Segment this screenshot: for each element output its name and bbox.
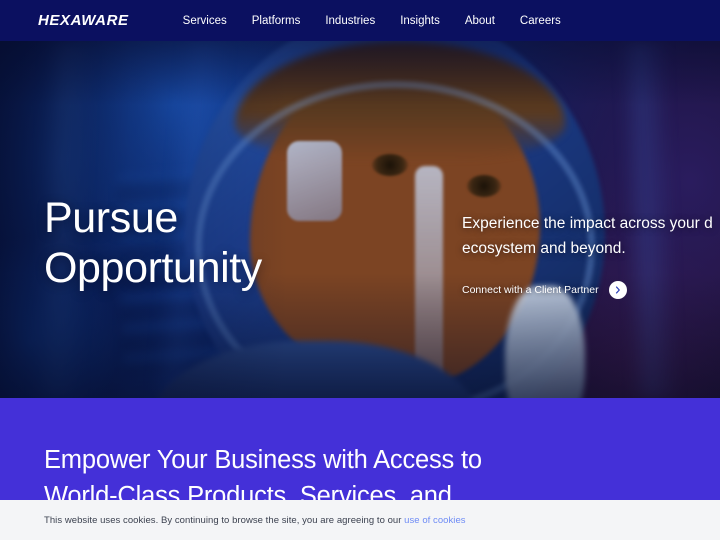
connect-client-partner-cta[interactable]: Connect with a Client Partner: [462, 281, 720, 300]
hero-heading: Pursue Opportunity: [44, 193, 262, 294]
hero-subheading-line-1: Experience the impact across your d: [462, 215, 713, 232]
hexaware-logo[interactable]: HEXAWARE: [38, 12, 129, 29]
cookie-consent-banner: This website uses cookies. By continuing…: [0, 500, 720, 540]
chevron-right-icon[interactable]: [608, 281, 627, 300]
hero-section: Pursue Opportunity Experience the impact…: [0, 41, 720, 398]
nav-item-about[interactable]: About: [465, 15, 495, 27]
hero-right-block: Experience the impact across your d ecos…: [462, 211, 720, 300]
promo-heading: Empower Your Business with Access to Wor…: [44, 442, 684, 500]
nav-item-services[interactable]: Services: [183, 15, 227, 27]
promo-heading-line-1: Empower Your Business with Access to: [44, 446, 482, 474]
cookie-banner-text: This website uses cookies. By continuing…: [44, 515, 466, 526]
hero-subheading-line-2: ecosystem and beyond.: [462, 240, 626, 258]
hero-heading-line-1: Pursue: [44, 194, 178, 242]
nav-item-industries[interactable]: Industries: [325, 15, 375, 27]
nav-item-platforms[interactable]: Platforms: [252, 15, 301, 27]
promo-heading-line-2: World-Class Products, Services, and: [44, 482, 452, 500]
nav-item-careers[interactable]: Careers: [520, 15, 561, 27]
top-navigation-bar: HEXAWARE Services Platforms Industries I…: [0, 0, 720, 41]
nav-links: Services Platforms Industries Insights A…: [183, 15, 561, 27]
cta-label: Connect with a Client Partner: [462, 284, 599, 297]
cookie-banner-message: This website uses cookies. By continuing…: [44, 514, 405, 526]
nav-item-insights[interactable]: Insights: [400, 15, 440, 27]
hero-heading-line-2: Opportunity: [44, 244, 262, 293]
promo-section: Empower Your Business with Access to Wor…: [0, 398, 720, 500]
page-root: HEXAWARE Services Platforms Industries I…: [0, 0, 720, 540]
use-of-cookies-link[interactable]: use of cookies: [404, 515, 465, 526]
